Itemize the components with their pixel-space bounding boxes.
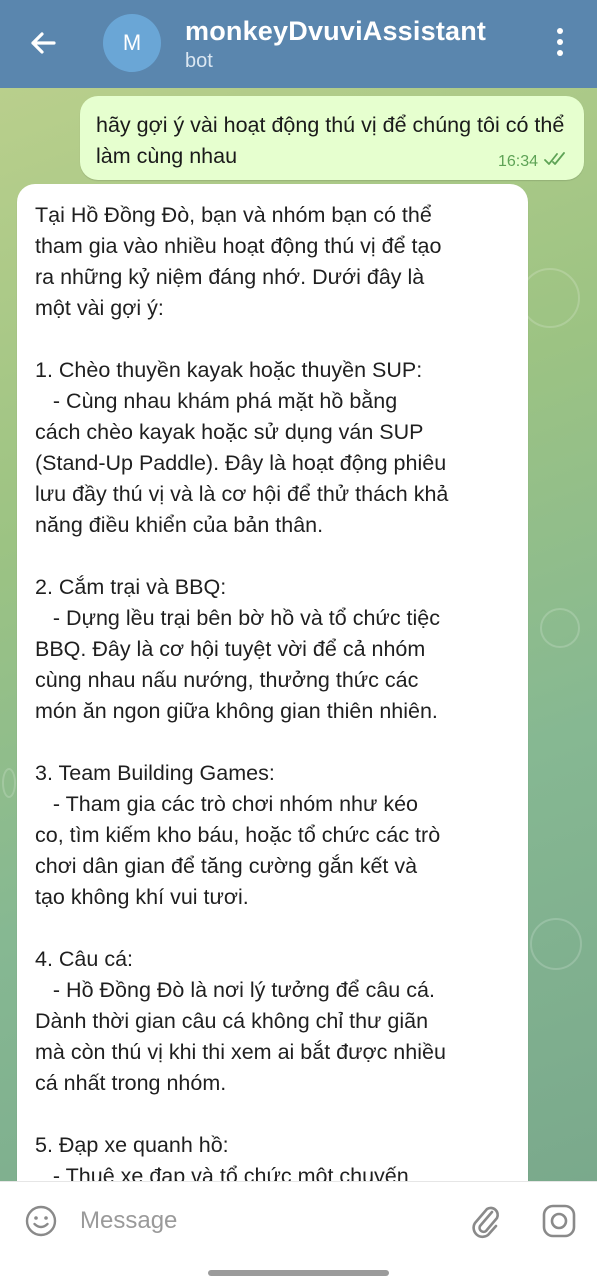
chat-area[interactable]: hãy gợi ý vài hoạt động thú vị để chúng …	[0, 88, 597, 1181]
background-doodle	[2, 768, 16, 798]
arrow-left-icon[interactable]	[26, 26, 60, 60]
incoming-message-text: Tại Hồ Đồng Đò, bạn và nhóm bạn có thể t…	[35, 203, 449, 1181]
message-input-bar: Message	[0, 1181, 597, 1281]
message-time: 16:34	[497, 152, 538, 170]
outgoing-message[interactable]: hãy gợi ý vài hoạt động thú vị để chúng …	[80, 96, 584, 180]
gesture-bar[interactable]	[208, 1270, 389, 1276]
chat-title[interactable]: monkeyDvuviAssistant	[185, 16, 486, 47]
emoji-icon[interactable]	[24, 1204, 58, 1238]
background-doodle	[530, 918, 582, 970]
chat-header: M monkeyDvuviAssistant bot	[0, 0, 597, 88]
avatar[interactable]: M	[103, 14, 161, 72]
message-input[interactable]: Message	[80, 1207, 177, 1235]
outgoing-message-text: hãy gợi ý vài hoạt động thú vị để chúng …	[96, 113, 565, 168]
paperclip-icon[interactable]	[470, 1202, 502, 1240]
background-doodle	[520, 268, 580, 328]
instagram-camera-icon[interactable]	[541, 1203, 577, 1239]
background-doodle	[540, 608, 580, 648]
double-check-icon	[544, 152, 568, 171]
message-meta: 16:34	[498, 152, 568, 171]
incoming-message[interactable]: Tại Hồ Đồng Đò, bạn và nhóm bạn có thể t…	[17, 184, 528, 1181]
chat-subtitle: bot	[185, 50, 213, 72]
more-vertical-icon[interactable]	[550, 28, 570, 64]
